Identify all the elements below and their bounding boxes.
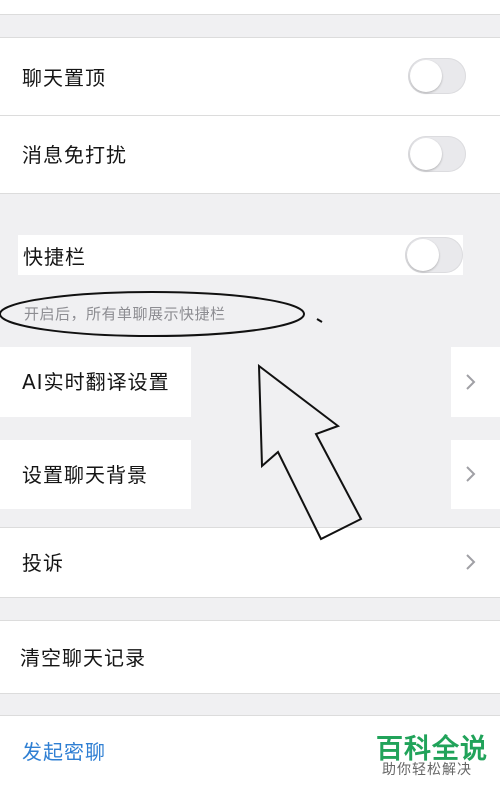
ellipse-annotation-icon — [0, 291, 305, 337]
small-mark-icon — [316, 318, 323, 323]
chat-settings-screen: 聊天置顶 消息免打扰 快捷栏 开启后，所有单聊展示快捷栏 AI实时翻译设置 设置… — [0, 0, 500, 787]
annotation-overlay — [0, 291, 363, 541]
watermark-subtitle: 助你轻松解决 — [382, 762, 472, 778]
arrow-annotation-icon — [257, 363, 363, 541]
